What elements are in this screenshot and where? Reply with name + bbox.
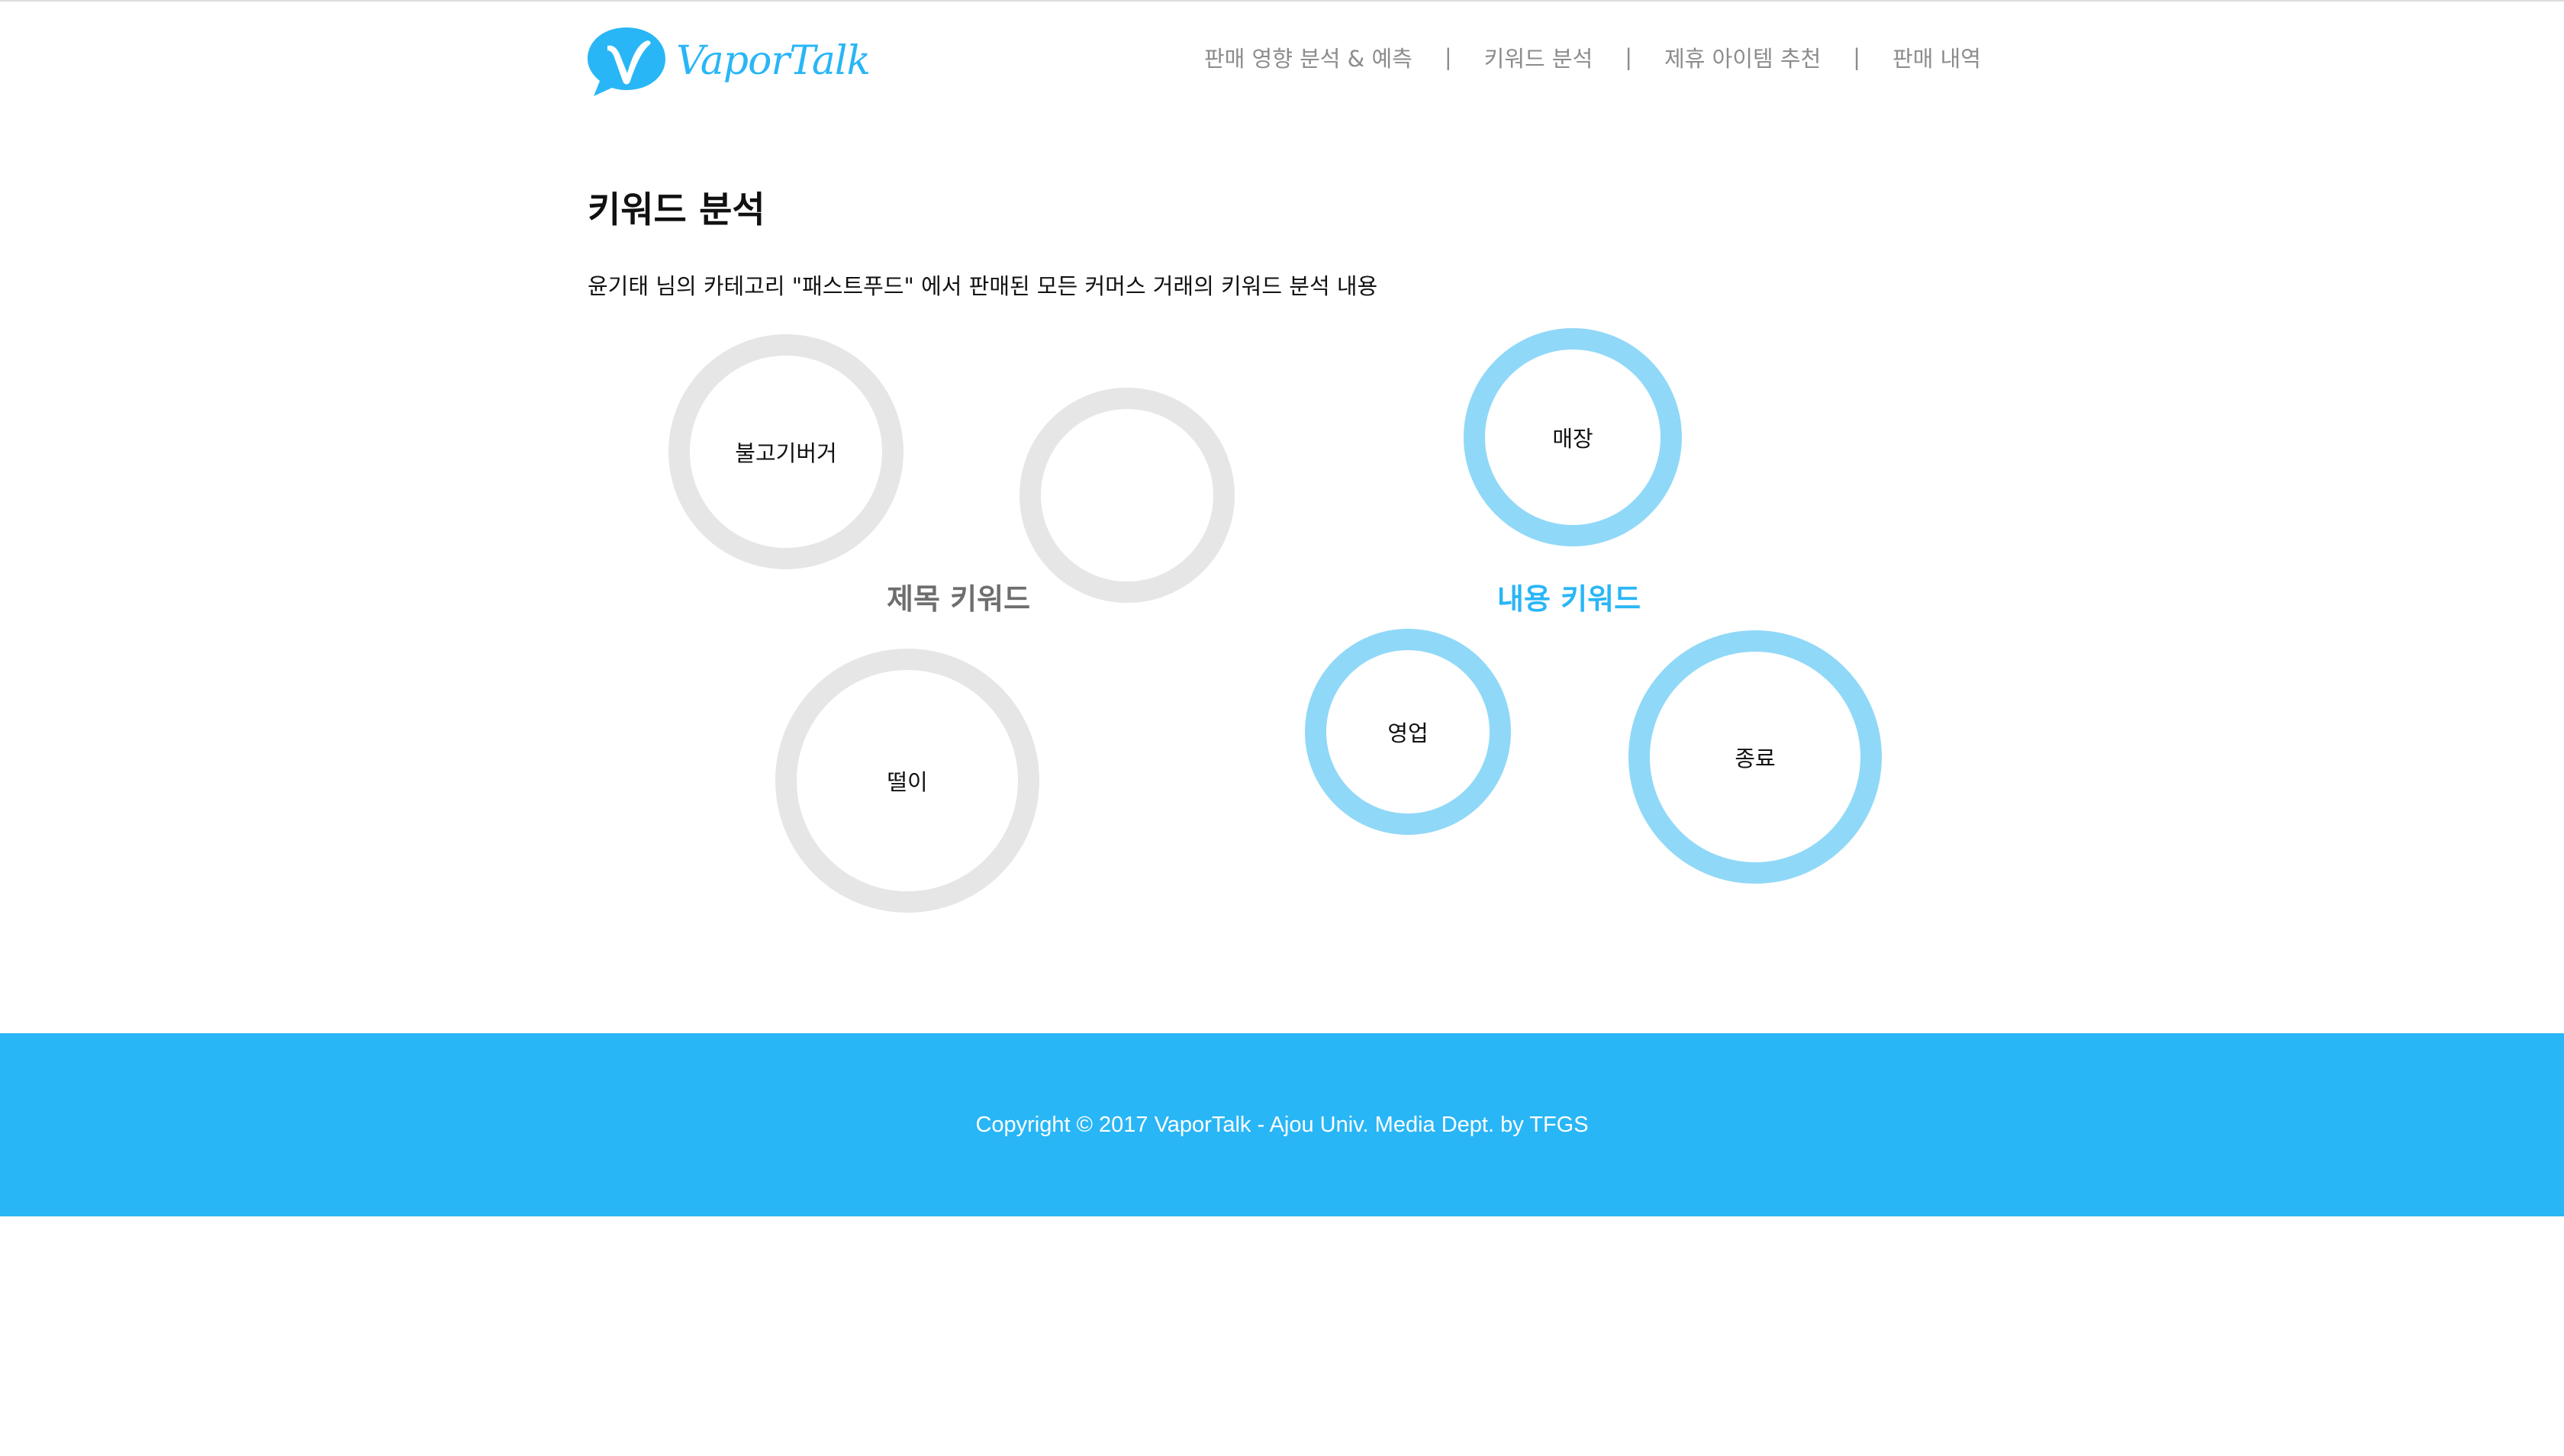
keyword-bubble[interactable]: 불고기버거 bbox=[668, 334, 904, 569]
logo-text: VaporTalk bbox=[676, 38, 871, 84]
keyword-bubble[interactable]: 종료 bbox=[1628, 630, 1882, 884]
footer: Copyright © 2017 VaporTalk - Ajou Univ. … bbox=[0, 1033, 2564, 1216]
keyword-bubble[interactable] bbox=[1019, 388, 1235, 603]
nav-separator: | bbox=[1853, 44, 1861, 70]
nav-separator: | bbox=[1625, 44, 1633, 70]
copyright-text: Copyright © 2017 VaporTalk - Ajou Univ. … bbox=[975, 1112, 1589, 1137]
keyword-bubble[interactable]: 매장 bbox=[1464, 328, 1682, 546]
nav-item-keyword-analysis[interactable]: 키워드 분석 bbox=[1484, 41, 1593, 73]
title-keyword-group-label: 제목 키워드 bbox=[887, 582, 1031, 616]
nav-item-sales-analysis[interactable]: 판매 영향 분석 & 예측 bbox=[1204, 41, 1412, 73]
page-title: 키워드 분석 bbox=[588, 189, 765, 231]
nav-item-partner-recommend[interactable]: 제휴 아이템 추천 bbox=[1664, 41, 1821, 73]
page-description: 윤기태 님의 카테고리 "패스트푸드" 에서 판매된 모든 커머스 거래의 키워… bbox=[588, 273, 1378, 299]
content-keyword-group-label: 내용 키워드 bbox=[1497, 582, 1641, 616]
page: VaporTalk 판매 영향 분석 & 예측 | 키워드 분석 | 제휴 아이… bbox=[0, 0, 2564, 1456]
keyword-bubble[interactable]: 영업 bbox=[1305, 629, 1511, 835]
logo[interactable]: VaporTalk bbox=[585, 23, 871, 99]
nav-item-sales-history[interactable]: 판매 내역 bbox=[1892, 41, 1981, 73]
logo-speech-bubble-icon bbox=[588, 27, 665, 96]
nav-separator: | bbox=[1444, 44, 1452, 70]
main-nav: 판매 영향 분석 & 예측 | 키워드 분석 | 제휴 아이템 추천 | 판매 … bbox=[1204, 41, 1981, 73]
keyword-bubble[interactable]: 떨이 bbox=[775, 649, 1039, 913]
